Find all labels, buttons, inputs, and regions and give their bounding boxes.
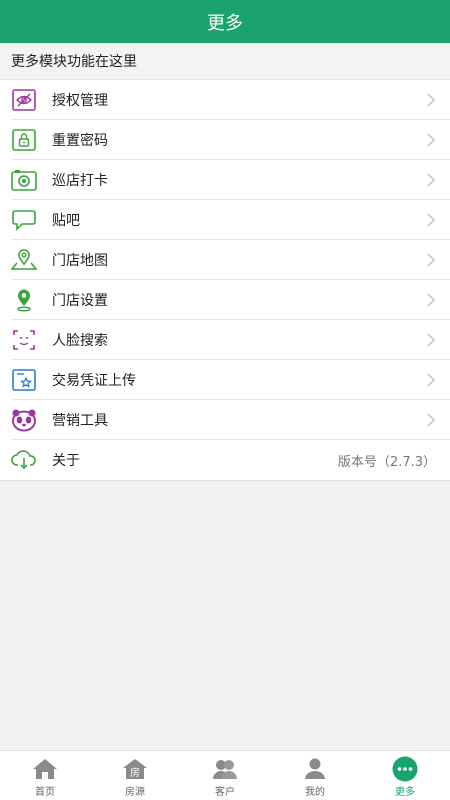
section-title: 更多模块功能在这里 bbox=[0, 43, 450, 80]
chevron-right-icon bbox=[422, 413, 440, 427]
users-icon bbox=[212, 757, 238, 781]
tab-customers[interactable]: 客户 bbox=[180, 751, 270, 800]
tab-label: 更多 bbox=[395, 787, 415, 798]
menu-item-store-settings[interactable]: 门店设置 bbox=[0, 280, 450, 320]
tab-home[interactable]: 首页 bbox=[0, 751, 90, 800]
menu-item-label: 贴吧 bbox=[52, 213, 80, 229]
tab-more[interactable]: 更多 bbox=[360, 751, 450, 800]
menu-item-label: 门店地图 bbox=[52, 253, 108, 269]
cloud-download-icon bbox=[10, 446, 38, 474]
house-glyph: 房 bbox=[130, 766, 140, 779]
face-scan-icon bbox=[10, 326, 38, 354]
chat-bubble-icon bbox=[10, 206, 38, 234]
section-title-text: 更多模块功能在这里 bbox=[11, 54, 137, 70]
menu-item-store-map[interactable]: 门店地图 bbox=[0, 240, 450, 280]
menu-item-label: 巡店打卡 bbox=[52, 173, 108, 189]
menu-item-label: 门店设置 bbox=[52, 293, 108, 309]
menu-item-face-search[interactable]: 人脸搜索 bbox=[0, 320, 450, 360]
lock-icon bbox=[10, 126, 38, 154]
bottom-tab-bar: 首页 房 房源 客户 我的 更多 bbox=[0, 750, 450, 800]
tab-mine[interactable]: 我的 bbox=[270, 751, 360, 800]
user-icon bbox=[303, 757, 327, 781]
tab-label: 客户 bbox=[215, 787, 235, 798]
menu-item-label: 关于 bbox=[52, 453, 80, 469]
map-pin-icon bbox=[10, 246, 38, 274]
camera-icon bbox=[10, 166, 38, 194]
menu-item-marketing-tools[interactable]: 营销工具 bbox=[0, 400, 450, 440]
chevron-right-icon bbox=[422, 173, 440, 187]
page-title: 更多 bbox=[207, 12, 243, 34]
menu-item-label: 交易凭证上传 bbox=[52, 373, 136, 389]
menu-item-label: 重置密码 bbox=[52, 133, 108, 149]
chevron-right-icon bbox=[422, 213, 440, 227]
menu-item-authorization[interactable]: 授权管理 bbox=[0, 80, 450, 120]
tab-label: 首页 bbox=[35, 787, 55, 798]
house-icon: 房 bbox=[122, 757, 148, 781]
chevron-right-icon bbox=[422, 333, 440, 347]
chevron-right-icon bbox=[422, 373, 440, 387]
divider bbox=[0, 480, 450, 481]
menu-item-store-checkin[interactable]: 巡店打卡 bbox=[0, 160, 450, 200]
menu-item-label: 授权管理 bbox=[52, 93, 108, 109]
menu-item-label: 人脸搜索 bbox=[52, 333, 108, 349]
more-icon bbox=[392, 756, 418, 782]
eye-off-icon bbox=[10, 86, 38, 114]
home-icon bbox=[32, 757, 58, 781]
app-header: 更多 bbox=[0, 0, 450, 43]
panda-icon bbox=[10, 406, 38, 434]
location-pin-icon bbox=[10, 286, 38, 314]
version-text: 版本号（2.7.3） bbox=[337, 454, 436, 470]
menu-item-about[interactable]: 关于 版本号（2.7.3） bbox=[0, 440, 450, 480]
tab-label: 房源 bbox=[125, 787, 145, 798]
menu-item-label: 营销工具 bbox=[52, 413, 108, 429]
chevron-right-icon bbox=[422, 293, 440, 307]
tab-label: 我的 bbox=[305, 787, 325, 798]
menu-list: 授权管理 重置密码 巡店打卡 贴吧 门店地图 门店设置 人脸搜索 交易凭证上传 … bbox=[0, 80, 450, 480]
menu-item-transaction-upload[interactable]: 交易凭证上传 bbox=[0, 360, 450, 400]
menu-item-forum[interactable]: 贴吧 bbox=[0, 200, 450, 240]
tab-listings[interactable]: 房 房源 bbox=[90, 751, 180, 800]
chevron-right-icon bbox=[422, 93, 440, 107]
chevron-right-icon bbox=[422, 253, 440, 267]
document-star-icon bbox=[10, 366, 38, 394]
menu-item-reset-password[interactable]: 重置密码 bbox=[0, 120, 450, 160]
chevron-right-icon bbox=[422, 133, 440, 147]
